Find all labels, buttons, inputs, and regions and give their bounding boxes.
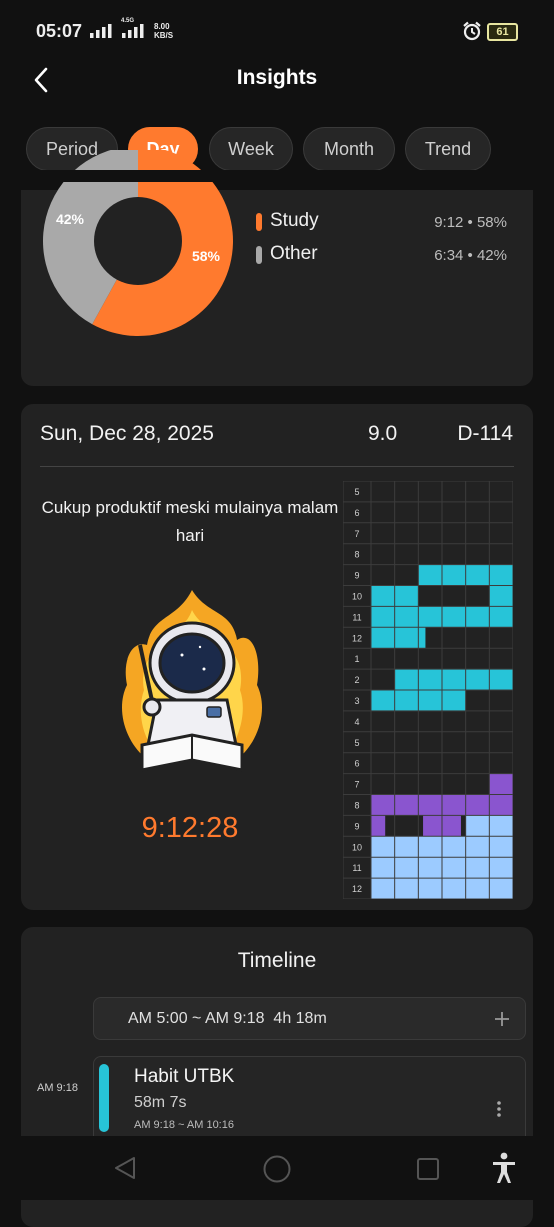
timeline-title: Timeline [237, 949, 317, 972]
hour-label: 9 [354, 821, 359, 831]
hour-label: 2 [354, 675, 359, 685]
grid-block [489, 585, 513, 607]
hour-label: 7 [354, 780, 359, 790]
entry-duration: 58m 7s [134, 1094, 187, 1111]
entry-title: Habit UTBK [134, 1066, 235, 1087]
entry-color-bar [99, 1064, 109, 1132]
legend-swatch-study [256, 213, 262, 231]
plus-icon[interactable] [494, 1011, 510, 1027]
hour-label: 1 [354, 654, 359, 664]
hour-label: 12 [352, 633, 362, 643]
legend-label-study: Study [270, 210, 319, 231]
legend-swatch-other [256, 246, 262, 264]
hour-label: 10 [352, 591, 362, 601]
pie-label-other: 42% [56, 211, 85, 227]
hour-label: 3 [354, 696, 359, 706]
grid-block [394, 669, 513, 690]
day-timer: 9:12:28 [141, 812, 239, 844]
hour-label: 8 [354, 800, 359, 810]
speed-unit: KB/S [154, 31, 174, 40]
day-dday: D-114 [457, 422, 513, 445]
legend-value-other: 6:34 • 42% [434, 247, 507, 264]
page-title: Insights [236, 66, 318, 89]
hour-label: 6 [354, 508, 359, 518]
hour-label: 12 [352, 884, 362, 894]
hour-label: 5 [354, 738, 359, 748]
hour-label: 6 [354, 759, 359, 769]
battery-icon: 61 [487, 23, 518, 41]
day-score: 9.0 [368, 422, 398, 445]
day-date: Sun, Dec 28, 2025 [40, 422, 214, 445]
session-text: AM 5:00 ~ AM 9:18 4h 18m [128, 1010, 327, 1027]
home-circle-icon[interactable] [262, 1154, 292, 1184]
entry-time: AM 9:18 [37, 1082, 78, 1094]
tab-trend[interactable]: Trend [405, 127, 491, 171]
alarm-icon [463, 21, 481, 41]
day-divider [40, 466, 514, 467]
hour-label: 11 [352, 863, 361, 873]
accessibility-icon[interactable] [491, 1152, 517, 1184]
tab-month[interactable]: Month [303, 127, 395, 171]
recents-square-icon[interactable] [416, 1157, 440, 1181]
signal-4g-icon: 4.5G [118, 18, 148, 38]
back-triangle-icon[interactable] [112, 1155, 138, 1181]
entry-range: AM 9:18 ~ AM 10:16 [134, 1119, 234, 1131]
hour-grid: 56789101112123456789101112 [343, 481, 513, 899]
legend-label-other: Other [270, 243, 318, 264]
speed-value: 8.00 [154, 22, 170, 31]
hour-label: 11 [352, 612, 361, 622]
network-speed: 8.00 KB/S [154, 22, 173, 40]
hour-label: 9 [354, 571, 359, 581]
signal-icon [90, 24, 112, 38]
top-mask [21, 170, 533, 182]
hour-label: 4 [354, 717, 359, 727]
astronaut-studying-illustration [122, 590, 262, 772]
pie-label-study: 58% [192, 248, 221, 264]
grid-block [371, 815, 386, 837]
day-quote: Cukup produktif meski mulainya malam har… [41, 498, 339, 545]
hour-label: 7 [354, 529, 359, 539]
hour-label: 10 [352, 842, 362, 852]
hour-label: 8 [354, 550, 359, 560]
grid-block [489, 773, 513, 795]
hour-label: 5 [354, 487, 359, 497]
grid-block [371, 627, 426, 649]
legend-value-study: 9:12 • 58% [434, 214, 507, 231]
status-time: 05:07 [36, 21, 83, 41]
more-vertical-icon[interactable] [492, 1100, 506, 1118]
